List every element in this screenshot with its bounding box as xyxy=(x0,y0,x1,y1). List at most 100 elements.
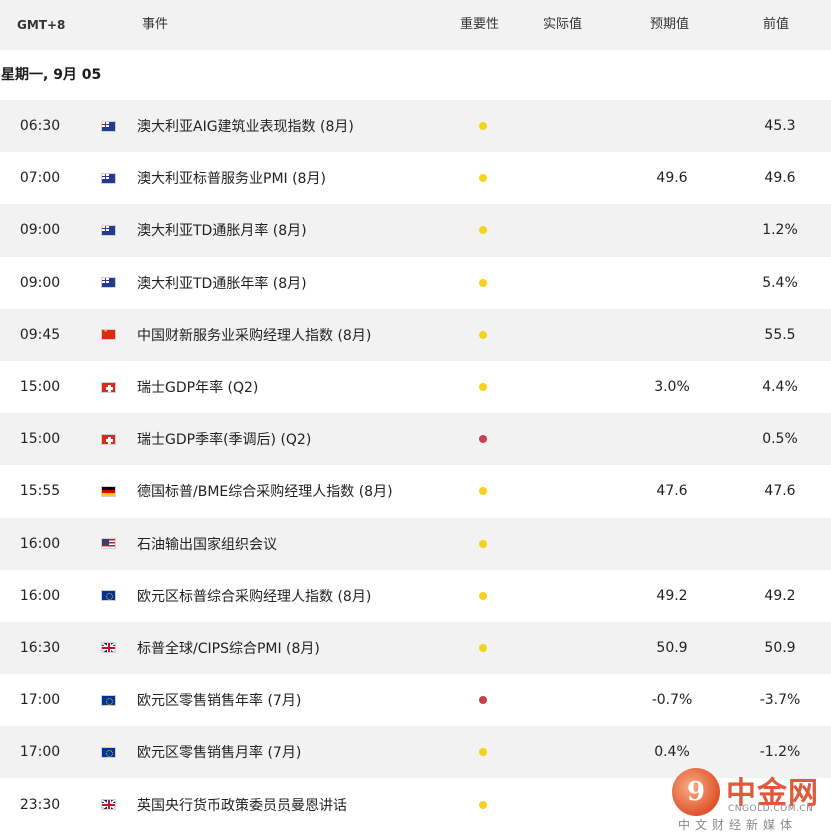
china-flag-icon xyxy=(101,329,116,341)
event-name[interactable]: 澳大利亚AIG建筑业表现指数 (8月) xyxy=(137,100,354,152)
event-time: 23:30 xyxy=(19,796,61,813)
cngold-watermark: 9 中金网 CNGOLD.COM.CN 中文财经新媒体 xyxy=(672,764,822,832)
event-column-header: 事件 xyxy=(142,17,169,32)
event-name[interactable]: 德国标普/BME综合采购经理人指数 (8月) xyxy=(137,465,393,517)
importance-yellow-dot-icon xyxy=(479,748,487,757)
forecast-value: 49.2 xyxy=(656,587,688,604)
event-name[interactable]: 澳大利亚标普服务业PMI (8月) xyxy=(137,152,326,204)
event-time: 07:00 xyxy=(19,170,61,187)
event-time: 15:00 xyxy=(19,379,61,396)
uk-flag-icon xyxy=(101,799,116,811)
forecast-value: 50.9 xyxy=(656,639,688,656)
previous-value: 55.5 xyxy=(764,326,796,343)
event-time: 09:45 xyxy=(19,326,61,343)
day-label: 星期一, 9月 05 xyxy=(0,50,831,100)
forecast-value xyxy=(620,413,724,465)
previous-value xyxy=(728,518,831,570)
event-name[interactable]: 欧元区零售销售年率 (7月) xyxy=(137,674,301,726)
previous-value: -3.7% xyxy=(759,692,801,709)
importance-yellow-dot-icon xyxy=(479,278,487,287)
importance-yellow-dot-icon xyxy=(479,487,487,496)
event-name[interactable]: 欧元区零售销售月率 (7月) xyxy=(137,726,301,778)
event-name[interactable]: 瑞士GDP季率(季调后) (Q2) xyxy=(137,413,311,465)
eu-flag-icon xyxy=(101,746,116,758)
importance-yellow-dot-icon xyxy=(479,226,487,235)
previous-value: 50.9 xyxy=(764,639,796,656)
previous-value: 45.3 xyxy=(764,118,796,135)
actual-column-header: 实际值 xyxy=(543,17,583,32)
table-row[interactable]: 07:00 澳大利亚标普服务业PMI (8月) 49.6 49.6 xyxy=(0,152,831,204)
table-row[interactable]: 09:45 中国财新服务业采购经理人指数 (8月) 55.5 xyxy=(0,308,831,361)
previous-value: 0.5% xyxy=(762,431,798,448)
forecast-value xyxy=(620,257,724,309)
switzerland-flag-icon xyxy=(101,381,116,393)
table-row[interactable]: 16:00 欧元区标普综合采购经理人指数 (8月) 49.2 49.2 xyxy=(0,570,831,622)
watermark-url: CNGOLD.COM.CN xyxy=(728,804,814,814)
table-row[interactable]: 15:00 瑞士GDP季率(季调后) (Q2) 0.5% xyxy=(0,413,831,466)
event-name[interactable]: 英国央行货币政策委员员曼恩讲话 xyxy=(137,778,347,830)
table-row[interactable]: 15:55 德国标普/BME综合采购经理人指数 (8月) 47.6 47.6 xyxy=(0,465,831,517)
event-time: 17:00 xyxy=(19,744,61,761)
previous-value: 47.6 xyxy=(764,483,796,500)
importance-red-dot-icon xyxy=(479,435,487,444)
event-name[interactable]: 瑞士GDP年率 (Q2) xyxy=(137,361,258,413)
eu-flag-icon xyxy=(101,694,116,706)
germany-flag-icon xyxy=(101,485,116,497)
table-row[interactable]: 16:00 石油输出国家组织会议 xyxy=(0,517,831,570)
forecast-value xyxy=(620,100,724,152)
event-time: 06:30 xyxy=(19,118,61,135)
previous-value: 5.4% xyxy=(762,274,798,291)
previous-value: 49.2 xyxy=(764,587,796,604)
table-row[interactable]: 16:30 标普全球/CIPS综合PMI (8月) 50.9 50.9 xyxy=(0,621,831,675)
cngold-logo-icon: 9 xyxy=(672,768,720,816)
table-row[interactable]: 09:00 澳大利亚TD通胀月率 (8月) 1.2% xyxy=(0,204,831,257)
importance-yellow-dot-icon xyxy=(479,539,487,548)
event-name[interactable]: 澳大利亚TD通胀月率 (8月) xyxy=(137,204,307,256)
forecast-column-header: 预期值 xyxy=(650,17,690,32)
forecast-value xyxy=(620,204,724,256)
previous-value: 1.2% xyxy=(762,222,798,239)
australia-flag-icon xyxy=(101,172,116,184)
importance-yellow-dot-icon xyxy=(479,122,487,131)
australia-flag-icon xyxy=(101,277,116,289)
importance-yellow-dot-icon xyxy=(479,800,487,809)
table-row[interactable]: 15:00 瑞士GDP年率 (Q2) 3.0% 4.4% xyxy=(0,361,831,413)
eu-flag-icon xyxy=(101,590,116,602)
watermark-subtitle: 中文财经新媒体 xyxy=(678,818,798,832)
event-name[interactable]: 标普全球/CIPS综合PMI (8月) xyxy=(137,622,320,674)
event-time: 16:00 xyxy=(19,535,61,552)
importance-yellow-dot-icon xyxy=(479,330,487,339)
importance-yellow-dot-icon xyxy=(479,643,487,652)
forecast-value: -0.7% xyxy=(651,692,693,709)
event-name[interactable]: 澳大利亚TD通胀年率 (8月) xyxy=(137,257,307,309)
australia-flag-icon xyxy=(101,224,116,236)
australia-flag-icon xyxy=(101,120,116,132)
event-time: 16:30 xyxy=(19,639,61,656)
event-name[interactable]: 中国财新服务业采购经理人指数 (8月) xyxy=(137,309,371,361)
forecast-value: 3.0% xyxy=(654,379,690,396)
forecast-value xyxy=(620,518,724,570)
table-header: GMT+8 事件 重要性 实际值 预期值 前值 xyxy=(0,0,831,50)
forecast-value xyxy=(620,309,724,361)
importance-yellow-dot-icon xyxy=(479,591,487,600)
event-time: 16:00 xyxy=(19,587,61,604)
switzerland-flag-icon xyxy=(101,433,116,445)
previous-value: 49.6 xyxy=(764,170,796,187)
importance-red-dot-icon xyxy=(479,696,487,705)
table-row[interactable]: 09:00 澳大利亚TD通胀年率 (8月) 5.4% xyxy=(0,257,831,309)
importance-yellow-dot-icon xyxy=(479,383,487,392)
event-time: 09:00 xyxy=(19,222,61,239)
importance-column-header: 重要性 xyxy=(460,17,500,32)
usa-flag-icon xyxy=(101,538,116,550)
previous-value: 4.4% xyxy=(762,379,798,396)
event-time: 17:00 xyxy=(19,692,61,709)
timezone-label[interactable]: GMT+8 xyxy=(17,0,65,50)
event-time: 09:00 xyxy=(19,274,61,291)
event-name[interactable]: 石油输出国家组织会议 xyxy=(137,518,277,570)
previous-column-header: 前值 xyxy=(763,17,790,32)
table-row[interactable]: 17:00 欧元区零售销售年率 (7月) -0.7% -3.7% xyxy=(0,674,831,726)
importance-yellow-dot-icon xyxy=(479,174,487,183)
event-name[interactable]: 欧元区标普综合采购经理人指数 (8月) xyxy=(137,570,371,622)
forecast-value: 47.6 xyxy=(656,483,688,500)
table-row[interactable]: 06:30 澳大利亚AIG建筑业表现指数 (8月) 45.3 xyxy=(0,100,831,153)
